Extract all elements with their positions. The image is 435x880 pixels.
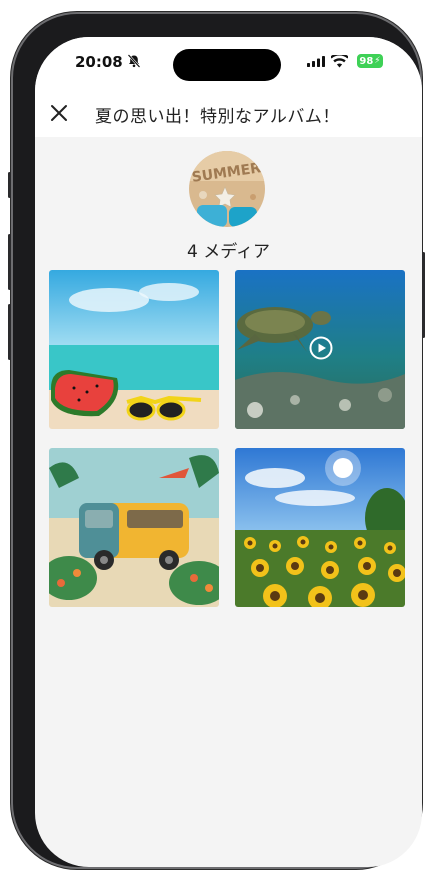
power-button bbox=[422, 252, 425, 338]
cellular-signal-icon bbox=[307, 56, 325, 67]
album-cover-avatar[interactable]: SUMMER bbox=[189, 151, 265, 227]
watermelon-image bbox=[49, 270, 219, 429]
battery-indicator: 98 ⚡ bbox=[357, 54, 383, 68]
screen: 20:08 98 ⚡ 夏の思い出！特別なアルバム！ SUMMER 4 メディア bbox=[35, 37, 422, 867]
bell-off-icon bbox=[127, 54, 141, 68]
battery-level: 98 bbox=[359, 55, 374, 67]
media-thumbnail-sunflowers[interactable] bbox=[235, 448, 405, 607]
action-button bbox=[8, 172, 11, 198]
phone-frame: 20:08 98 ⚡ 夏の思い出！特別なアルバム！ SUMMER 4 メディア bbox=[8, 12, 425, 869]
volume-up-button bbox=[8, 234, 11, 290]
volume-down-button bbox=[8, 304, 11, 360]
play-video-icon[interactable] bbox=[309, 336, 333, 360]
media-thumbnail-yellow-van[interactable] bbox=[49, 448, 219, 607]
status-time: 20:08 bbox=[75, 53, 123, 71]
charging-bolt-icon: ⚡ bbox=[374, 56, 381, 66]
close-icon[interactable] bbox=[49, 103, 69, 123]
media-thumbnail-sea-turtle[interactable] bbox=[235, 270, 405, 429]
wifi-icon bbox=[331, 55, 348, 68]
yellow-van-image bbox=[49, 448, 219, 607]
album-title: 夏の思い出！特別なアルバム！ bbox=[95, 107, 340, 127]
status-bar: 20:08 98 ⚡ bbox=[35, 37, 422, 89]
album-header: 夏の思い出！特別なアルバム！ bbox=[35, 89, 422, 137]
media-count: 4 メディア bbox=[186, 242, 271, 262]
summer-sand-image: SUMMER bbox=[189, 151, 265, 227]
dynamic-island bbox=[173, 49, 281, 81]
sunflower-field-image bbox=[235, 448, 405, 607]
media-thumbnail-watermelon[interactable] bbox=[49, 270, 219, 429]
